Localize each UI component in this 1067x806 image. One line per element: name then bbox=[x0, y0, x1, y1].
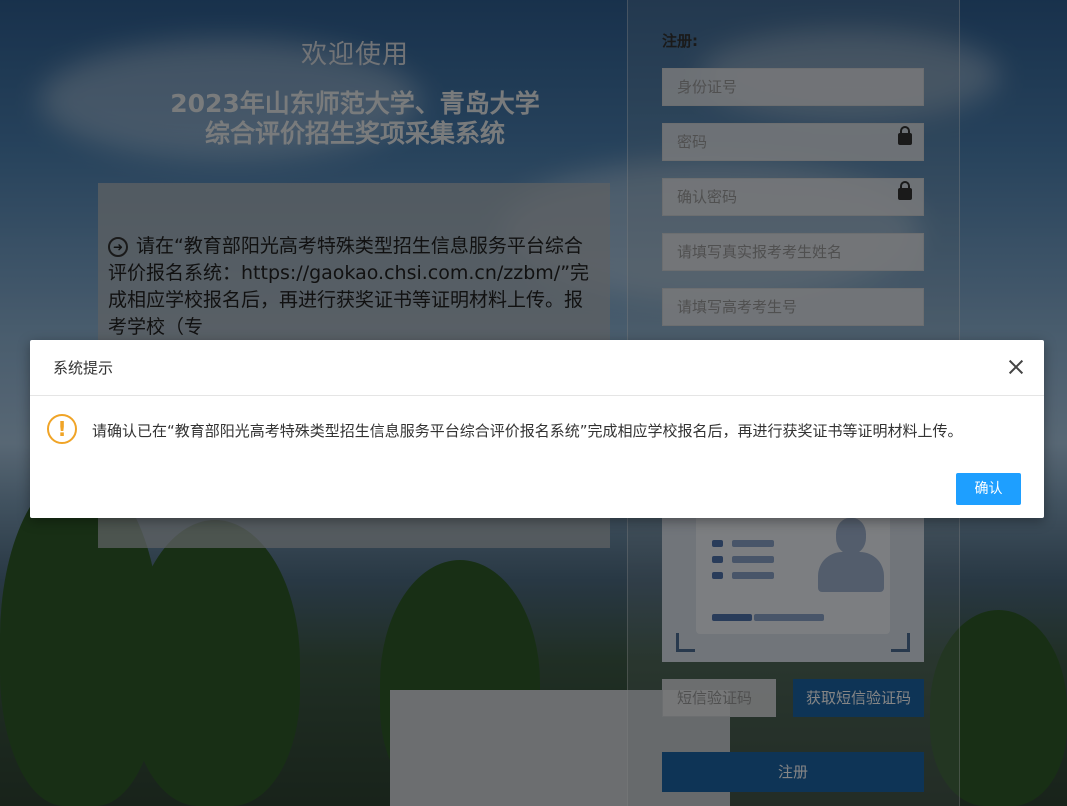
close-icon[interactable] bbox=[1004, 355, 1028, 379]
warning-icon: ! bbox=[47, 414, 77, 444]
dialog-message: 请确认已在“教育部阳光高考特殊类型招生信息服务平台综合评价报名系统”完成相应学校… bbox=[92, 422, 963, 440]
dialog-title: 系统提示 bbox=[30, 340, 1044, 396]
confirm-button[interactable]: 确认 bbox=[956, 473, 1021, 505]
system-alert-dialog: 系统提示 ! 请确认已在“教育部阳光高考特殊类型招生信息服务平台综合评价报名系统… bbox=[30, 340, 1044, 518]
